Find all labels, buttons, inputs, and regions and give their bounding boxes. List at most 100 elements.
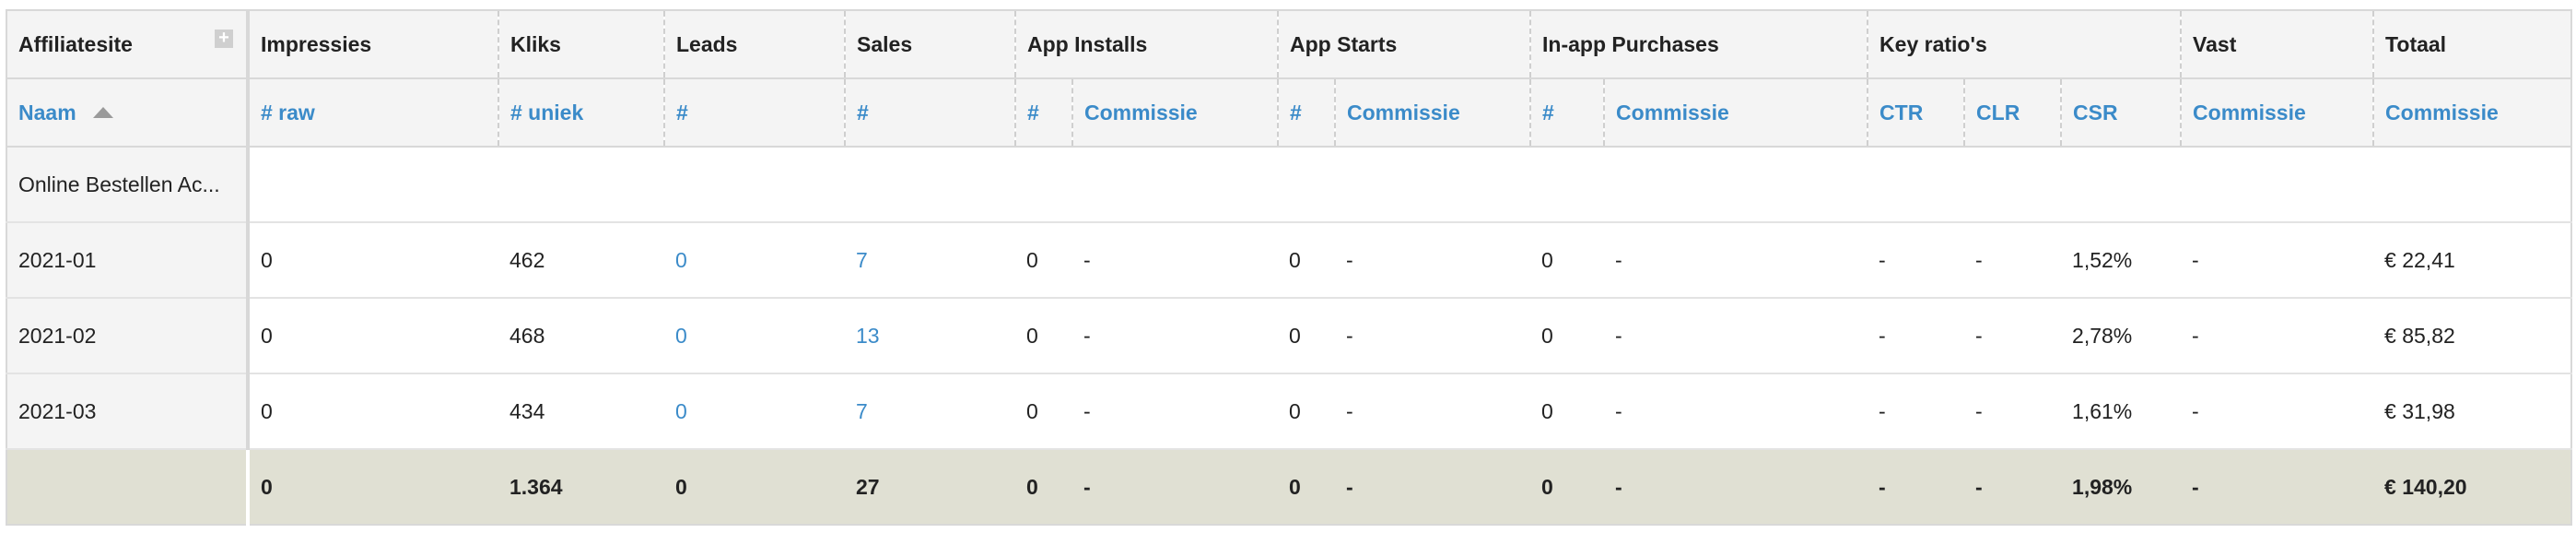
starts-cell: 0: [1278, 298, 1336, 374]
total-csr: 1,98%: [2061, 449, 2182, 526]
totaal-cell: € 22,41: [2373, 222, 2573, 299]
clr-header[interactable]: CLR: [1963, 78, 2062, 148]
affiliatesite-spacer: [248, 147, 2573, 223]
group-sales: Sales: [844, 9, 1015, 79]
total-purchases: 0: [1530, 449, 1605, 526]
total-kliks: 1.364: [498, 449, 664, 526]
purchases-cell: 0: [1530, 298, 1605, 374]
installs-cell: 0: [1015, 373, 1072, 450]
period-cell: 2021-01: [6, 222, 250, 299]
total-starts: 0: [1278, 449, 1336, 526]
purchases-commissie-cell: -: [1604, 298, 1868, 374]
totaal-cell: € 31,98: [2373, 373, 2573, 450]
kliks-cell: 462: [498, 222, 664, 299]
clr-cell: -: [1964, 298, 2062, 374]
total-label-cell: [6, 449, 250, 526]
total-purchases-commissie: -: [1604, 449, 1868, 526]
leads-count-header[interactable]: #: [663, 78, 845, 148]
installs-cell: 0: [1015, 298, 1072, 374]
impressies-raw-header[interactable]: # raw: [247, 78, 498, 148]
impressies-cell: 0: [248, 373, 498, 450]
ctr-header[interactable]: CTR: [1867, 78, 1965, 148]
table-row: 2021-02 0 468 0 13 0 - 0 - 0 - - - 2,78%…: [6, 298, 2573, 374]
total-installs-commissie: -: [1072, 449, 1279, 526]
csr-cell: 1,52%: [2061, 222, 2182, 299]
report-table: Affiliatesite + Impressies Kliks Leads S…: [6, 9, 2573, 526]
total-clr: -: [1964, 449, 2062, 526]
sales-count-header[interactable]: #: [844, 78, 1015, 148]
sales-link[interactable]: 13: [856, 324, 880, 348]
purchases-commissie-cell: -: [1604, 222, 1868, 299]
group-leads: Leads: [663, 9, 845, 79]
sales-link[interactable]: 7: [856, 248, 868, 272]
installs-commissie-cell: -: [1072, 222, 1279, 299]
installs-cell: 0: [1015, 222, 1072, 299]
installs-count-header[interactable]: #: [1014, 78, 1072, 148]
total-totaal: € 140,20: [2373, 449, 2573, 526]
purchases-cell: 0: [1530, 373, 1605, 450]
affiliate-report: Affiliatesite + Impressies Kliks Leads S…: [0, 0, 2576, 533]
group-totaal: Totaal: [2372, 9, 2573, 79]
starts-commissie-cell: -: [1335, 222, 1531, 299]
sales-link[interactable]: 7: [856, 399, 868, 423]
total-installs: 0: [1015, 449, 1072, 526]
group-affiliatesite-label: Affiliatesite: [18, 31, 133, 56]
group-app-installs: App Installs: [1013, 9, 1279, 79]
group-affiliatesite: Affiliatesite +: [6, 9, 250, 79]
ctr-cell: -: [1868, 222, 1965, 299]
vast-commissie-header[interactable]: Commissie: [2180, 78, 2374, 148]
leads-link[interactable]: 0: [675, 248, 687, 272]
group-vast: Vast: [2180, 9, 2374, 79]
purchases-commissie-header[interactable]: Commissie: [1603, 78, 1868, 148]
vast-cell: -: [2181, 222, 2374, 299]
affiliatesite-name: Online Bestellen Ac...: [6, 147, 250, 223]
csr-header[interactable]: CSR: [2060, 78, 2182, 148]
kliks-uniek-header[interactable]: # uniek: [498, 78, 664, 148]
sort-ascending-icon: [92, 106, 113, 118]
vast-cell: -: [2181, 298, 2374, 374]
purchases-count-header[interactable]: #: [1529, 78, 1605, 148]
starts-commissie-cell: -: [1335, 373, 1531, 450]
sales-cell: 7: [845, 222, 1015, 299]
vast-cell: -: [2181, 373, 2374, 450]
ctr-cell: -: [1868, 298, 1965, 374]
purchases-cell: 0: [1530, 222, 1605, 299]
group-header-row: Affiliatesite + Impressies Kliks Leads S…: [6, 9, 2573, 79]
total-sales: 27: [845, 449, 1015, 526]
sort-by-naam-header[interactable]: Naam: [6, 78, 250, 148]
total-vast: -: [2181, 449, 2374, 526]
period-cell: 2021-02: [6, 298, 250, 374]
sales-cell: 13: [845, 298, 1015, 374]
group-app-starts: App Starts: [1277, 9, 1531, 79]
table-row: 2021-01 0 462 0 7 0 - 0 - 0 - - - 1,52% …: [6, 222, 2573, 299]
leads-link[interactable]: 0: [675, 399, 687, 423]
group-key-ratios: Key ratio's: [1867, 9, 2182, 79]
impressies-cell: 0: [248, 222, 498, 299]
csr-cell: 2,78%: [2061, 298, 2182, 374]
installs-commissie-header[interactable]: Commissie: [1071, 78, 1279, 148]
csr-cell: 1,61%: [2061, 373, 2182, 450]
leads-cell: 0: [664, 298, 845, 374]
leads-link[interactable]: 0: [675, 324, 687, 348]
column-header-row: Naam # raw # uniek # # # Commissie # Com…: [6, 78, 2573, 148]
group-impressies: Impressies: [247, 9, 498, 79]
starts-count-header[interactable]: #: [1277, 78, 1336, 148]
total-row: 0 1.364 0 27 0 - 0 - 0 - - - 1,98% - € 1…: [6, 449, 2573, 526]
totaal-cell: € 85,82: [2373, 298, 2573, 374]
clr-cell: -: [1964, 373, 2062, 450]
installs-commissie-cell: -: [1072, 373, 1279, 450]
total-ctr: -: [1868, 449, 1965, 526]
plus-icon[interactable]: +: [215, 29, 233, 48]
totaal-commissie-header[interactable]: Commissie: [2372, 78, 2573, 148]
leads-cell: 0: [664, 373, 845, 450]
kliks-cell: 434: [498, 373, 664, 450]
period-cell: 2021-03: [6, 373, 250, 450]
naam-header-label: Naam: [18, 100, 76, 124]
starts-commissie-header[interactable]: Commissie: [1334, 78, 1531, 148]
affiliatesite-row: Online Bestellen Ac...: [6, 147, 2573, 223]
leads-cell: 0: [664, 222, 845, 299]
total-impressies: 0: [248, 449, 498, 526]
clr-cell: -: [1964, 222, 2062, 299]
total-leads: 0: [664, 449, 845, 526]
installs-commissie-cell: -: [1072, 298, 1279, 374]
